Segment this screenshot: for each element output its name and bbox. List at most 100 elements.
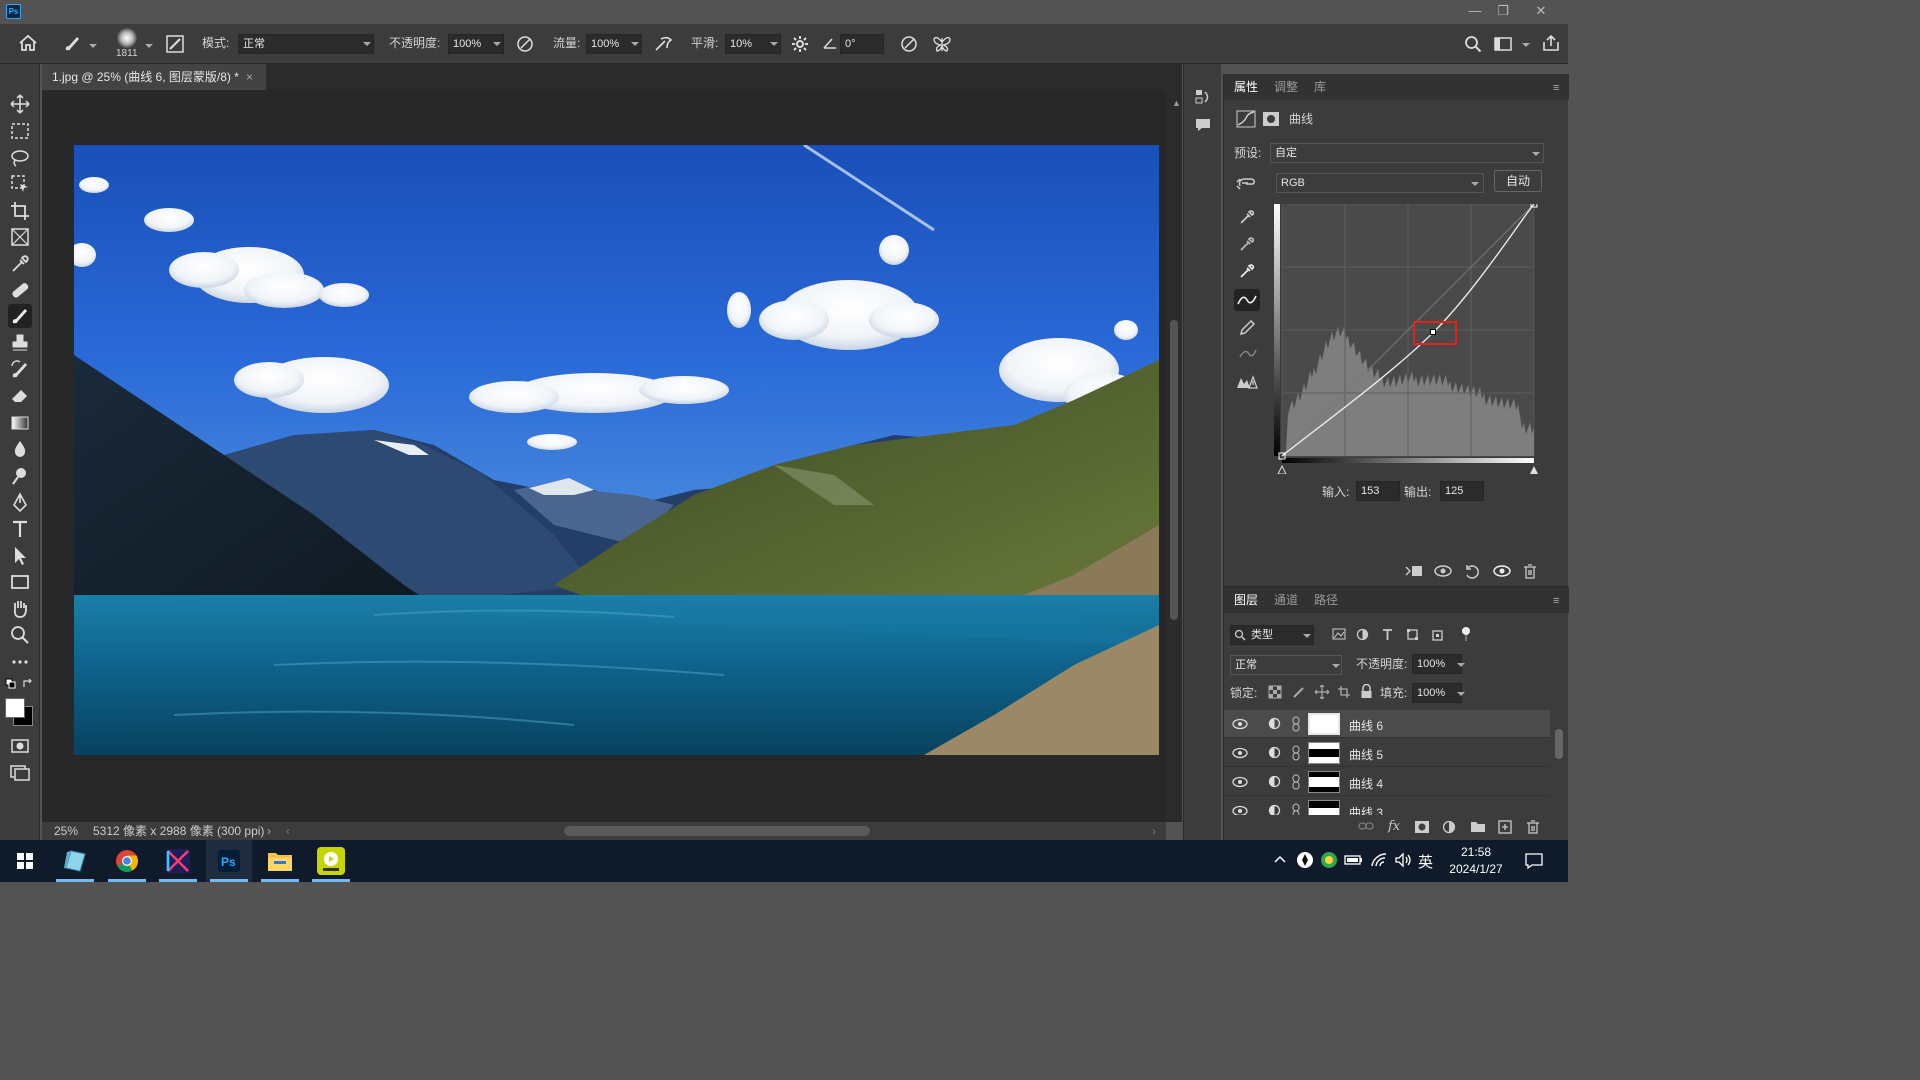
windows-start-icon[interactable] [2,840,48,882]
delete-adjustment-icon[interactable] [1522,563,1538,579]
tab-paths[interactable]: 路径 [1314,587,1338,613]
scroll-left-arrow[interactable]: ‹ [286,822,290,840]
history-panel-icon[interactable] [1194,88,1212,106]
hand-tool-icon[interactable] [8,597,32,621]
input-method-indicator[interactable]: 英 [1418,851,1433,872]
draw-curve-pencil-icon[interactable] [1238,319,1256,337]
layer-name[interactable]: 曲线 5 [1349,746,1383,763]
pressure-opacity-icon[interactable] [515,34,535,54]
chrome-browser-icon[interactable] [104,840,150,882]
eraser-tool-icon[interactable] [8,384,32,408]
preset-select[interactable]: 自定 [1270,143,1544,163]
gear-icon[interactable] [791,35,809,53]
lock-position-icon[interactable] [1314,684,1330,700]
toggle-visibility-icon[interactable] [1492,563,1512,579]
media-player-icon[interactable] [308,840,354,882]
dodge-tool-icon[interactable] [8,464,32,488]
notification-center-icon[interactable] [1524,852,1544,870]
layer-opacity-input[interactable]: 100% [1412,654,1462,674]
mode-select[interactable]: 正常 [238,34,374,54]
scroll-up-icon[interactable]: ▲ [1172,98,1181,108]
vertical-scroll-thumb[interactable] [1170,320,1178,620]
channel-select[interactable]: RGB [1276,173,1484,193]
quick-mask-icon[interactable] [8,734,32,758]
eye-visibility-icon[interactable] [1232,718,1248,730]
zoom-level[interactable]: 25% [54,822,78,840]
screen-mode-icon[interactable] [8,760,32,784]
tab-libraries[interactable]: 库 [1314,74,1326,100]
tray-app-icon[interactable] [1296,851,1314,869]
layer-mask-thumbnail[interactable] [1308,800,1340,815]
path-selection-tool-icon[interactable] [8,544,32,568]
show-hidden-icons-chevron-icon[interactable] [1273,852,1287,866]
new-layer-icon[interactable] [1498,820,1512,834]
layer-mask-thumbnail[interactable] [1308,713,1340,735]
frame-tool-icon[interactable] [8,225,32,249]
document-info-arrow[interactable]: › [267,822,271,840]
lock-image-pixels-icon[interactable] [1292,685,1306,699]
workspace-layout-icon[interactable] [1494,36,1512,52]
document-image[interactable] [74,145,1159,755]
layer-row[interactable]: 曲线 6 [1224,710,1550,738]
layer-effects-fx-icon[interactable]: fx [1388,819,1400,834]
pen-tool-icon[interactable] [8,491,32,515]
healing-brush-tool-icon[interactable] [8,278,32,302]
panel-menu-icon[interactable]: ≡ [1553,595,1559,607]
foreground-color-swatch[interactable] [5,698,25,718]
link-layers-icon[interactable] [1358,820,1374,832]
move-tool-icon[interactable] [8,92,32,116]
auto-button[interactable]: 自动 [1494,170,1542,192]
filter-toggle-icon[interactable] [1461,626,1471,642]
chevron-down-icon[interactable] [770,42,778,46]
filter-shape-layers-icon[interactable] [1406,628,1419,641]
layer-mask-thumbnail[interactable] [1308,742,1340,764]
close-button[interactable]: ✕ [1524,0,1558,24]
zoom-tool-icon[interactable] [8,623,32,647]
rectangle-tool-icon[interactable] [8,570,32,594]
tab-layers[interactable]: 图层 [1234,587,1258,613]
white-point-eyedropper-icon[interactable] [1238,262,1256,280]
chevron-down-icon[interactable] [1457,692,1465,696]
blend-mode-select[interactable]: 正常 [1230,655,1342,675]
layer-mask-icon[interactable] [1262,110,1280,128]
layer-name[interactable]: 曲线 6 [1349,717,1383,734]
lock-transparent-pixels-icon[interactable] [1268,685,1282,699]
filter-adjustment-layers-icon[interactable] [1356,628,1369,641]
brush-tool-preset-icon[interactable] [62,34,82,54]
chevron-down-icon[interactable] [1457,663,1465,667]
share-icon[interactable] [1542,34,1560,52]
panel-menu-icon[interactable]: ≡ [1553,82,1559,94]
tab-channels[interactable]: 通道 [1274,587,1298,613]
mask-link-icon[interactable] [1292,716,1300,732]
more-tools-icon[interactable] [8,650,32,674]
wifi-icon[interactable] [1370,852,1388,868]
horizontal-scroll-thumb[interactable] [564,826,870,836]
chevron-down-icon[interactable] [631,42,639,46]
mask-link-icon[interactable] [1292,745,1300,761]
clipping-warning-icon[interactable] [1236,374,1258,390]
photoshop-taskbar-icon[interactable]: Ps [206,840,252,882]
gray-point-eyedropper-icon[interactable] [1238,235,1256,253]
chevron-down-icon[interactable] [89,44,97,48]
tab-properties[interactable]: 属性 [1234,74,1258,100]
mask-link-icon[interactable] [1292,774,1300,790]
lock-artboard-icon[interactable] [1337,685,1351,699]
comments-panel-icon[interactable] [1194,116,1212,134]
eye-visibility-icon[interactable] [1232,805,1248,815]
battery-icon[interactable] [1344,853,1364,867]
home-icon[interactable] [18,34,38,52]
fill-input[interactable]: 100% [1412,683,1462,703]
history-brush-tool-icon[interactable] [8,358,32,382]
default-colors-icon[interactable] [5,678,17,690]
mask-link-icon[interactable] [1292,803,1300,815]
type-tool-icon[interactable] [8,517,32,541]
file-explorer-icon[interactable] [257,840,303,882]
notes-app-icon[interactable] [52,840,98,882]
chevron-down-icon[interactable] [493,42,501,46]
brush-settings-panel-icon[interactable] [165,34,185,54]
object-selection-tool-icon[interactable] [8,172,32,196]
scroll-right-arrow[interactable]: › [1152,822,1156,840]
input-value-field[interactable]: 153 [1356,481,1400,501]
filter-pixel-layers-icon[interactable] [1332,628,1346,640]
video-editor-app-icon[interactable] [155,840,201,882]
